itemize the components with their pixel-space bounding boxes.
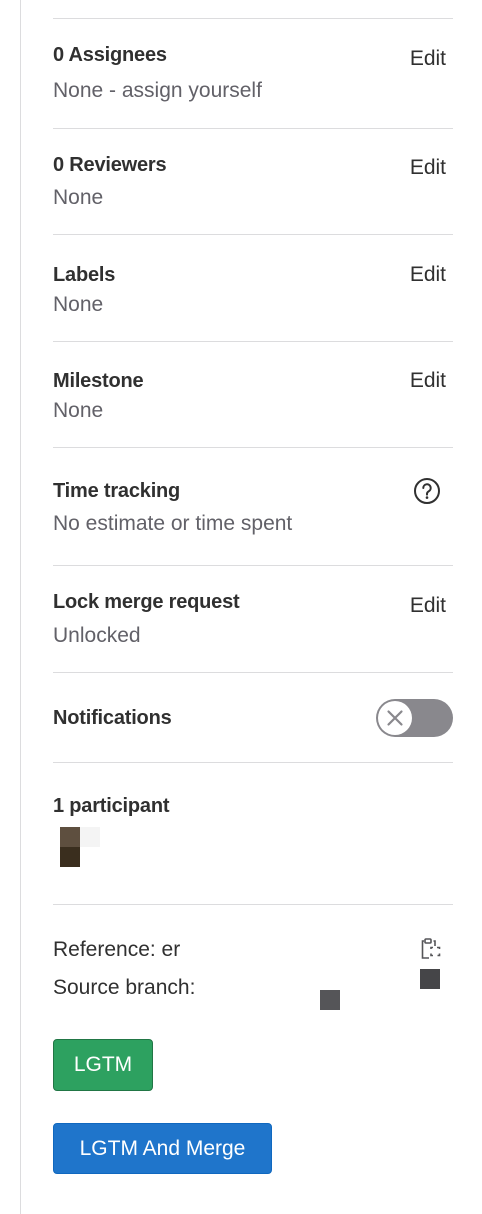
lock-status-value: Unlocked	[53, 624, 141, 647]
notifications-toggle[interactable]	[376, 699, 453, 737]
assignees-section: 0 Assignees Edit None - assign yourself	[53, 18, 453, 128]
copy-to-clipboard-icon[interactable]	[420, 936, 444, 964]
assignees-title: 0 Assignees	[53, 44, 167, 66]
lock-merge-request-title: Lock merge request	[53, 591, 240, 613]
lgtm-and-merge-button[interactable]: LGTM And Merge	[53, 1123, 272, 1174]
assign-yourself-link[interactable]: None - assign yourself	[53, 79, 262, 103]
participants-title: 1 participant	[53, 795, 170, 817]
toggle-knob	[378, 701, 412, 735]
labels-title: Labels	[53, 264, 116, 286]
source-branch-label: Source branch:	[53, 976, 196, 999]
assignees-edit-button[interactable]: Edit	[410, 47, 446, 71]
notifications-title: Notifications	[53, 707, 172, 729]
time-tracking-value: No estimate or time spent	[53, 512, 293, 535]
milestone-value: None	[53, 399, 104, 422]
reviewers-section: 0 Reviewers Edit None	[53, 128, 453, 234]
close-icon	[387, 710, 403, 726]
milestone-edit-button[interactable]: Edit	[410, 369, 446, 393]
copy-branch-icon[interactable]	[420, 969, 440, 989]
avatar-top	[60, 827, 80, 847]
branch-name-redacted	[320, 990, 340, 1010]
milestone-section: Milestone Edit None	[53, 341, 453, 447]
lock-merge-request-section: Lock merge request Edit Unlocked	[53, 565, 453, 672]
merge-request-sidebar-page: 0 Assignees Edit None - assign yourself …	[0, 0, 482, 1214]
labels-section: Labels Edit None	[53, 234, 453, 341]
avatar-bottom	[60, 847, 80, 867]
labels-edit-button[interactable]: Edit	[410, 263, 446, 287]
milestone-title: Milestone	[53, 370, 144, 392]
avatar[interactable]	[60, 827, 80, 867]
avatar-shadow	[80, 827, 100, 847]
reviewers-title: 0 Reviewers	[53, 154, 167, 176]
reference-divider	[53, 904, 453, 905]
sidebar-left-border	[20, 0, 21, 1214]
labels-value: None	[53, 293, 104, 316]
time-tracking-title: Time tracking	[53, 480, 181, 502]
participants-section: 1 participant	[53, 762, 453, 904]
lock-edit-button[interactable]: Edit	[410, 594, 446, 618]
reference-label: Reference: er	[53, 938, 181, 961]
question-circle-icon[interactable]	[413, 477, 441, 505]
lgtm-button[interactable]: LGTM	[53, 1039, 153, 1091]
reviewers-edit-button[interactable]: Edit	[410, 156, 446, 180]
reviewers-value: None	[53, 186, 104, 209]
notifications-section: Notifications	[53, 672, 453, 762]
time-tracking-section: Time tracking No estimate or time spent	[53, 447, 453, 565]
